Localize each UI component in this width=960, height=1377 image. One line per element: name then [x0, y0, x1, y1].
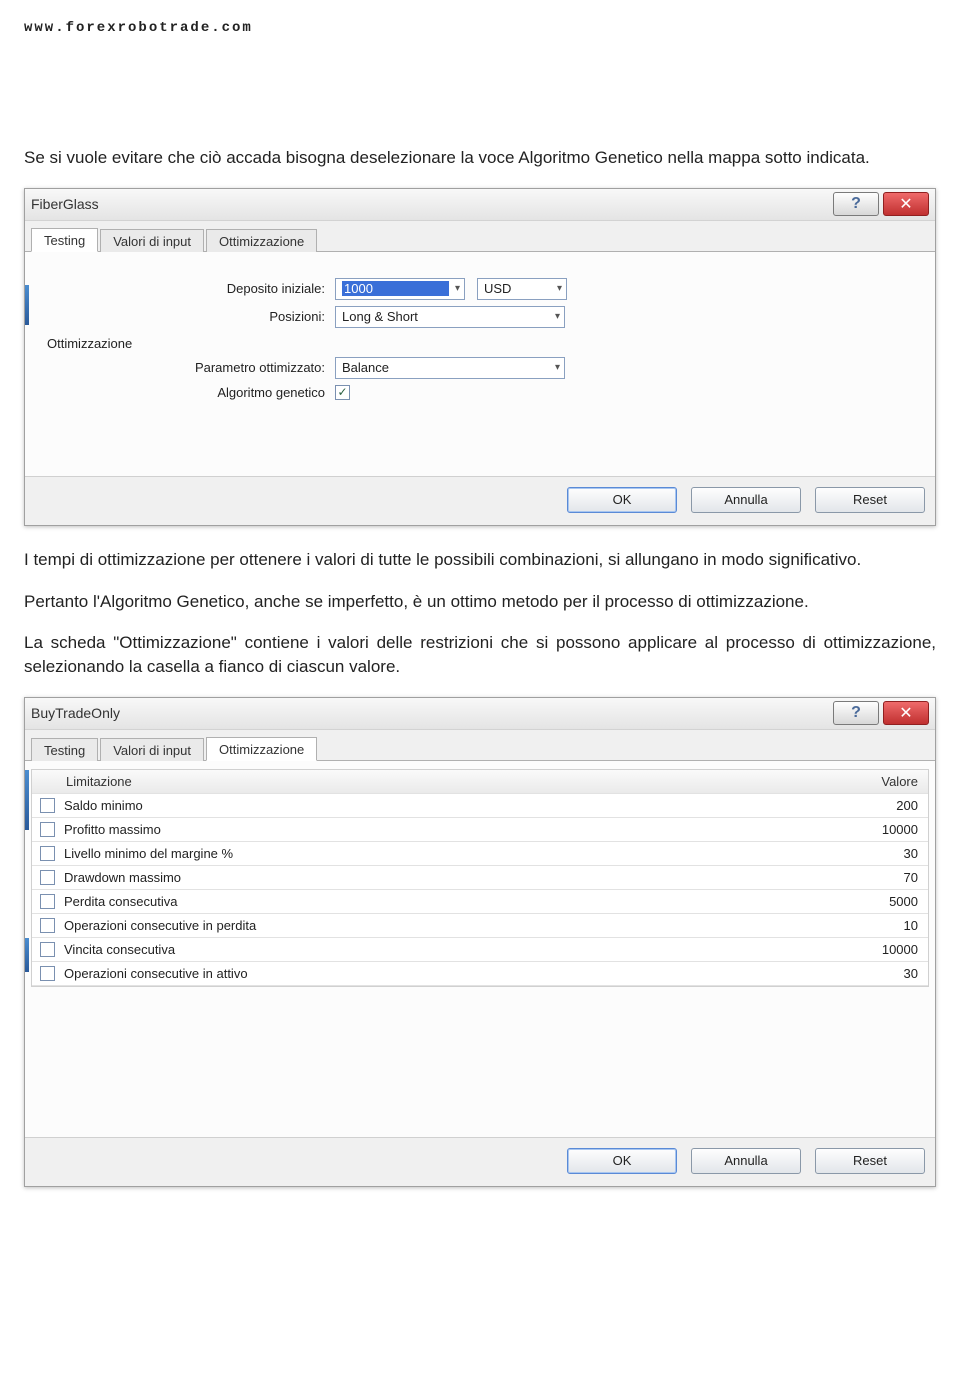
ok-button[interactable]: OK	[567, 1148, 677, 1174]
dialog-footer: OK Annulla Reset	[25, 1137, 935, 1186]
deposito-combo[interactable]: 1000 ▾	[335, 278, 465, 300]
row-checkbox[interactable]	[40, 846, 55, 861]
tabstrip: Testing Valori di input Ottimizzazione	[25, 221, 935, 252]
row-value[interactable]: 70	[818, 870, 918, 885]
row-label: Perdita consecutiva	[64, 894, 818, 909]
ok-button[interactable]: OK	[567, 487, 677, 513]
posizioni-combo[interactable]: Long & Short ▾	[335, 306, 565, 328]
parametro-combo[interactable]: Balance ▾	[335, 357, 565, 379]
row-label: Drawdown massimo	[64, 870, 818, 885]
cancel-button[interactable]: Annulla	[691, 1148, 801, 1174]
accent-stripe	[25, 938, 29, 972]
dialog-fiberglass: FiberGlass ? ✕ Testing Valori di input O…	[24, 188, 936, 526]
limitations-table: Limitazione Valore Saldo minimo 200 Prof…	[31, 769, 929, 987]
row-label: Livello minimo del margine %	[64, 846, 818, 861]
row-checkbox[interactable]	[40, 942, 55, 957]
reset-button[interactable]: Reset	[815, 1148, 925, 1174]
posizioni-value: Long & Short	[342, 309, 549, 324]
dialog-buytradeonly: BuyTradeOnly ? ✕ Testing Valori di input…	[24, 697, 936, 1187]
table-row: Vincita consecutiva 10000	[32, 938, 928, 962]
row-value[interactable]: 10000	[818, 942, 918, 957]
cancel-button[interactable]: Annulla	[691, 487, 801, 513]
tabstrip: Testing Valori di input Ottimizzazione	[25, 730, 935, 761]
row-value[interactable]: 5000	[818, 894, 918, 909]
row-value[interactable]: 10	[818, 918, 918, 933]
chevron-down-icon: ▾	[555, 362, 560, 373]
accent-stripe	[25, 770, 29, 830]
table-row: Operazioni consecutive in perdita 10	[32, 914, 928, 938]
deposito-value: 1000	[342, 281, 449, 296]
row-label: Saldo minimo	[64, 798, 818, 813]
table-row: Drawdown massimo 70	[32, 866, 928, 890]
label-parametro: Parametro ottimizzato:	[35, 360, 335, 375]
row-value[interactable]: 30	[818, 966, 918, 981]
chevron-down-icon: ▾	[555, 311, 560, 322]
table-row: Livello minimo del margine % 30	[32, 842, 928, 866]
row-label: Profitto massimo	[64, 822, 818, 837]
col-valore: Valore	[818, 774, 918, 789]
reset-button[interactable]: Reset	[815, 487, 925, 513]
group-ottimizzazione-label: Ottimizzazione	[47, 336, 925, 351]
chevron-down-icon: ▾	[455, 283, 460, 294]
row-checkbox[interactable]	[40, 822, 55, 837]
label-deposito: Deposito iniziale:	[35, 281, 335, 296]
row-label: Operazioni consecutive in attivo	[64, 966, 818, 981]
label-algoritmo: Algoritmo genetico	[35, 385, 335, 400]
row-value[interactable]: 10000	[818, 822, 918, 837]
accent-stripe	[25, 285, 29, 325]
help-button[interactable]: ?	[833, 192, 879, 216]
paragraph-4: La scheda "Ottimizzazione" contiene i va…	[24, 631, 936, 679]
table-row: Perdita consecutiva 5000	[32, 890, 928, 914]
close-button[interactable]: ✕	[883, 192, 929, 216]
page-header-url: www.forexrobotrade.com	[24, 20, 936, 36]
help-button[interactable]: ?	[833, 701, 879, 725]
row-checkbox[interactable]	[40, 798, 55, 813]
row-value[interactable]: 200	[818, 798, 918, 813]
dialog-body: Limitazione Valore Saldo minimo 200 Prof…	[25, 761, 935, 1137]
table-row: Saldo minimo 200	[32, 794, 928, 818]
titlebar: BuyTradeOnly ? ✕	[25, 698, 935, 730]
table-row: Profitto massimo 10000	[32, 818, 928, 842]
currency-value: USD	[484, 281, 551, 296]
label-posizioni: Posizioni:	[35, 309, 335, 324]
tab-valori-input[interactable]: Valori di input	[100, 738, 204, 761]
tab-testing[interactable]: Testing	[31, 228, 98, 252]
parametro-value: Balance	[342, 360, 549, 375]
row-checkbox[interactable]	[40, 870, 55, 885]
tab-testing[interactable]: Testing	[31, 738, 98, 761]
row-value[interactable]: 30	[818, 846, 918, 861]
close-button[interactable]: ✕	[883, 701, 929, 725]
chevron-down-icon: ▾	[557, 283, 562, 294]
row-checkbox[interactable]	[40, 894, 55, 909]
tab-ottimizzazione[interactable]: Ottimizzazione	[206, 737, 317, 761]
paragraph-3: Pertanto l'Algoritmo Genetico, anche se …	[24, 590, 936, 614]
row-label: Vincita consecutiva	[64, 942, 818, 957]
algoritmo-checkbox[interactable]: ✓	[335, 385, 350, 400]
col-limitazione: Limitazione	[64, 774, 818, 789]
dialog-body: Deposito iniziale: 1000 ▾ USD ▾ Posizion…	[25, 252, 935, 476]
paragraph-2: I tempi di ottimizzazione per ottenere i…	[24, 548, 936, 572]
paragraph-1: Se si vuole evitare che ciò accada bisog…	[24, 146, 936, 170]
row-checkbox[interactable]	[40, 918, 55, 933]
tab-ottimizzazione[interactable]: Ottimizzazione	[206, 229, 317, 252]
table-header: Limitazione Valore	[32, 770, 928, 794]
row-checkbox[interactable]	[40, 966, 55, 981]
currency-combo[interactable]: USD ▾	[477, 278, 567, 300]
dialog-title: BuyTradeOnly	[31, 705, 829, 721]
dialog-title: FiberGlass	[31, 196, 829, 212]
table-row: Operazioni consecutive in attivo 30	[32, 962, 928, 986]
dialog-footer: OK Annulla Reset	[25, 476, 935, 525]
titlebar: FiberGlass ? ✕	[25, 189, 935, 221]
tab-valori-input[interactable]: Valori di input	[100, 229, 204, 252]
row-label: Operazioni consecutive in perdita	[64, 918, 818, 933]
